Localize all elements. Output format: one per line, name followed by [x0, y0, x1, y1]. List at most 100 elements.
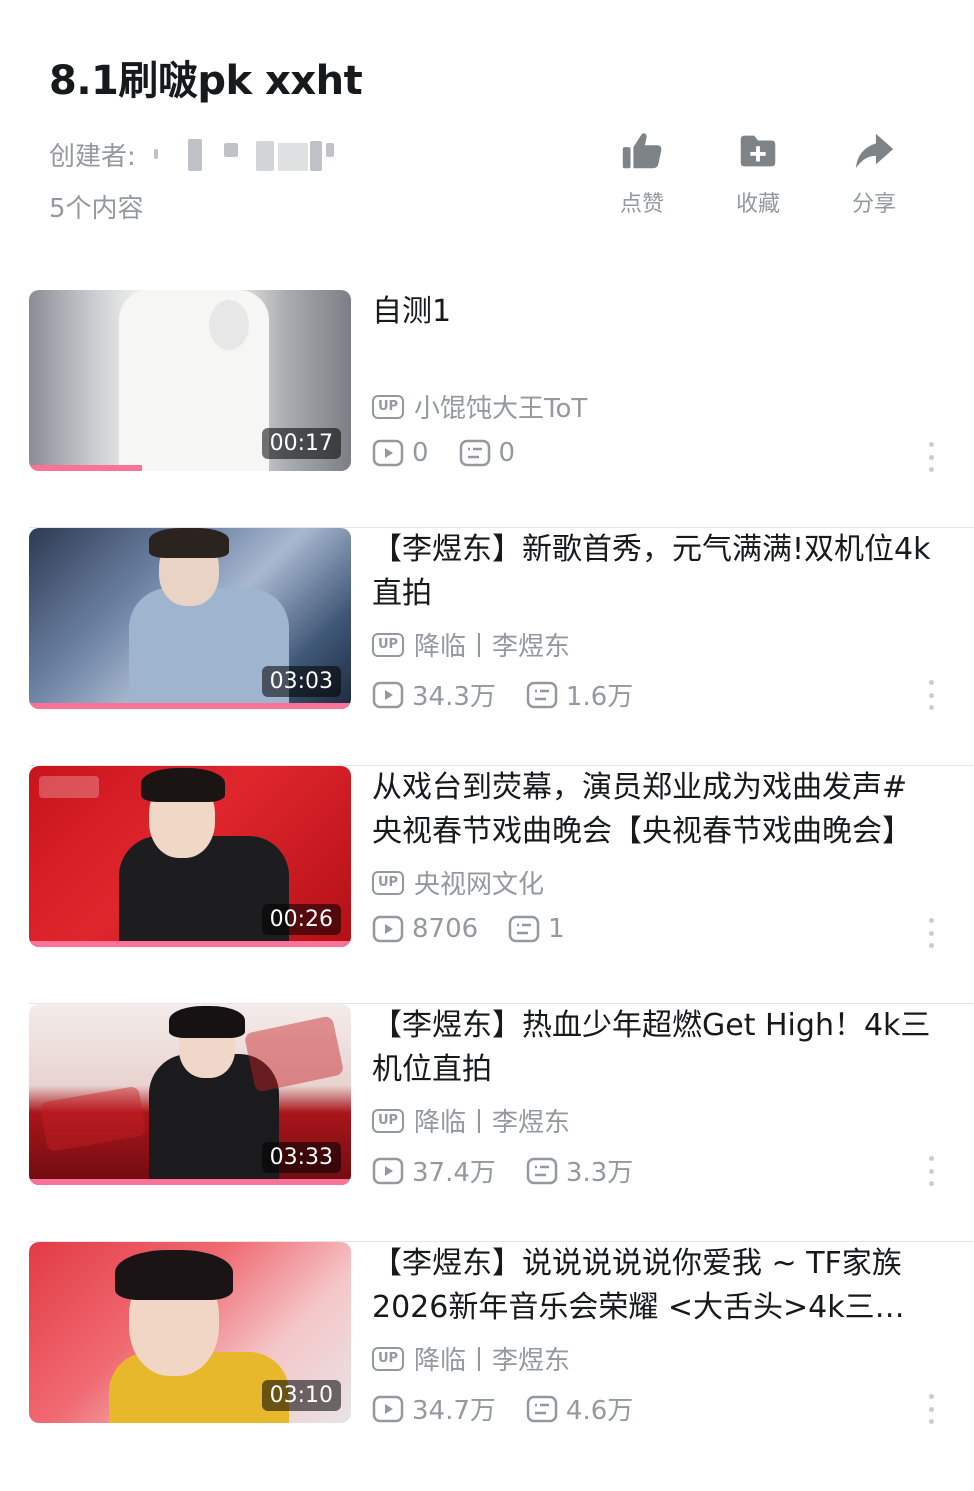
play-count: 8706 [372, 914, 478, 944]
uploader-name: 央视网文化 [414, 870, 545, 900]
uploader-name: 小馄饨大王ToT [414, 394, 588, 424]
uploader[interactable]: UP 降临丨李煜东 [372, 626, 570, 663]
play-count-icon [372, 439, 404, 467]
video-title[interactable]: 【李煜东】说说说说说你爱我 ~ TF家族2026新年音乐会荣耀 <大舌头>4k三… [372, 1242, 934, 1330]
video-thumbnail[interactable]: 03:10 [29, 1242, 351, 1423]
uploader-name: 降临丨李煜东 [414, 632, 571, 662]
content-count: 5个内容 [49, 194, 144, 224]
play-count: 0 [372, 438, 429, 468]
play-count-icon [372, 1395, 404, 1422]
video-info: 【李煜东】说说说说说你爱我 ~ TF家族2026新年音乐会荣耀 <大舌头>4k三… [372, 1242, 934, 1426]
uploader-name: 降临丨李煜东 [414, 1346, 571, 1376]
uploader-name: 降临丨李煜东 [414, 1108, 571, 1138]
danmaku-icon [526, 1157, 558, 1184]
creator-row: 创建者: [49, 134, 338, 174]
play-count-value: 37.4万 [412, 1158, 496, 1188]
video-stats: 34.7万 4.6万 [372, 1390, 663, 1427]
play-count-value: 0 [412, 438, 429, 468]
video-title[interactable]: 【李煜东】热血少年超燃Get High！4k三机位直拍 [372, 1004, 934, 1092]
thumbs-up-icon [622, 133, 662, 169]
favorite-button[interactable]: 收藏 [718, 128, 798, 218]
play-count: 34.7万 [372, 1390, 496, 1427]
danmaku-icon [526, 681, 558, 708]
up-badge-icon: UP [372, 870, 404, 895]
danmaku-count: 4.6万 [526, 1390, 633, 1427]
list-item[interactable]: 03:33 【李煜东】热血少年超燃Get High！4k三机位直拍 UP 降临丨… [0, 1004, 974, 1242]
danmaku-count-value: 1 [548, 914, 565, 944]
list-item[interactable]: 00:26 从戏台到荧幕，演员郑业成为戏曲发声#央视春节戏曲晚会【央视春节戏曲晚… [0, 766, 974, 1004]
danmaku-icon [459, 439, 490, 467]
play-count-icon [372, 681, 404, 708]
danmaku-icon [508, 915, 540, 943]
video-stats: 8706 1 [372, 914, 595, 944]
video-duration: 00:26 [261, 904, 341, 935]
play-count-value: 34.7万 [412, 1396, 496, 1426]
video-stats: 0 0 [372, 438, 545, 468]
play-count-value: 8706 [412, 914, 479, 944]
up-badge-icon: UP [372, 1346, 404, 1371]
video-stats: 37.4万 3.3万 [372, 1152, 663, 1189]
danmaku-count: 1.6万 [526, 676, 633, 713]
danmaku-count-value: 4.6万 [565, 1396, 634, 1426]
danmaku-count: 0 [459, 438, 516, 468]
video-title[interactable]: 从戏台到荧幕，演员郑业成为戏曲发声#央视春节戏曲晚会【央视春节戏曲晚会】 [372, 766, 934, 854]
video-thumbnail[interactable]: 00:26 [29, 766, 351, 947]
play-count-value: 34.3万 [412, 682, 496, 712]
play-count-icon [372, 1157, 404, 1184]
uploader[interactable]: UP 降临丨李煜东 [372, 1340, 570, 1377]
playlist-actions: 点赞 收藏 分享 [602, 128, 914, 218]
danmaku-count-value: 0 [498, 438, 516, 468]
video-thumbnail[interactable]: 00:17 [29, 290, 351, 471]
danmaku-count: 1 [508, 914, 565, 944]
video-duration: 03:03 [261, 666, 341, 697]
uploader[interactable]: UP 降临丨李煜东 [372, 1102, 570, 1139]
up-badge-icon: UP [372, 1108, 404, 1133]
creator-label: 创建者: [49, 141, 136, 172]
up-badge-icon: UP [372, 632, 404, 657]
danmaku-count-value: 1.6万 [565, 682, 634, 712]
danmaku-count: 3.3万 [526, 1152, 633, 1189]
more-options-icon[interactable] [926, 1394, 936, 1424]
more-options-icon[interactable] [926, 680, 936, 710]
list-item[interactable]: 03:03 【李煜东】新歌首秀，元气满满!双机位4k直拍 UP 降临丨李煜东 3… [0, 528, 974, 766]
uploader[interactable]: UP 央视网文化 [372, 864, 544, 901]
video-info: 自测1 UP 小馄饨大王ToT 0 0 [372, 290, 934, 472]
video-info: 【李煜东】热血少年超燃Get High！4k三机位直拍 UP 降临丨李煜东 37… [372, 1004, 934, 1188]
video-thumbnail[interactable]: 03:33 [29, 1004, 351, 1185]
video-stats: 34.3万 1.6万 [372, 676, 663, 713]
video-title[interactable]: 【李煜东】新歌首秀，元气满满!双机位4k直拍 [372, 528, 934, 616]
video-thumbnail[interactable]: 03:03 [29, 528, 351, 709]
watch-progress [29, 703, 351, 709]
share-icon [855, 133, 894, 169]
play-count-icon [372, 915, 404, 943]
list-item[interactable]: 00:17 自测1 UP 小馄饨大王ToT 0 0 [0, 290, 974, 528]
danmaku-count-value: 3.3万 [565, 1158, 634, 1188]
video-list: 00:17 自测1 UP 小馄饨大王ToT 0 0 03:03 【李煜东】新歌首… [0, 290, 974, 1480]
more-options-icon[interactable] [926, 442, 936, 472]
video-title[interactable]: 自测1 [372, 290, 934, 334]
uploader[interactable]: UP 小馄饨大王ToT [372, 388, 587, 425]
video-info: 从戏台到荧幕，演员郑业成为戏曲发声#央视春节戏曲晚会【央视春节戏曲晚会】 UP … [372, 766, 934, 948]
play-count: 37.4万 [372, 1152, 496, 1189]
watch-progress [29, 465, 142, 471]
more-options-icon[interactable] [926, 1156, 936, 1186]
share-button[interactable]: 分享 [834, 128, 914, 218]
like-label: 点赞 [619, 192, 664, 217]
video-duration: 03:33 [261, 1142, 341, 1173]
favorite-label: 收藏 [735, 192, 780, 217]
video-info: 【李煜东】新歌首秀，元气满满!双机位4k直拍 UP 降临丨李煜东 34.3万 1… [372, 528, 934, 712]
more-options-icon[interactable] [926, 918, 936, 948]
list-item[interactable]: 03:10 【李煜东】说说说说说你爱我 ~ TF家族2026新年音乐会荣耀 <大… [0, 1242, 974, 1480]
danmaku-icon [526, 1395, 558, 1422]
video-duration: 00:17 [261, 428, 341, 459]
playlist-title: 8.1刷啵pk xxht [49, 58, 363, 104]
like-button[interactable]: 点赞 [602, 128, 682, 218]
folder-add-icon [740, 135, 776, 167]
watch-progress [29, 941, 351, 947]
watch-progress [29, 1179, 351, 1185]
play-count: 34.3万 [372, 676, 496, 713]
creator-name-redacted [148, 137, 338, 171]
share-label: 分享 [851, 192, 896, 217]
video-duration: 03:10 [261, 1380, 341, 1411]
up-badge-icon: UP [372, 394, 404, 419]
